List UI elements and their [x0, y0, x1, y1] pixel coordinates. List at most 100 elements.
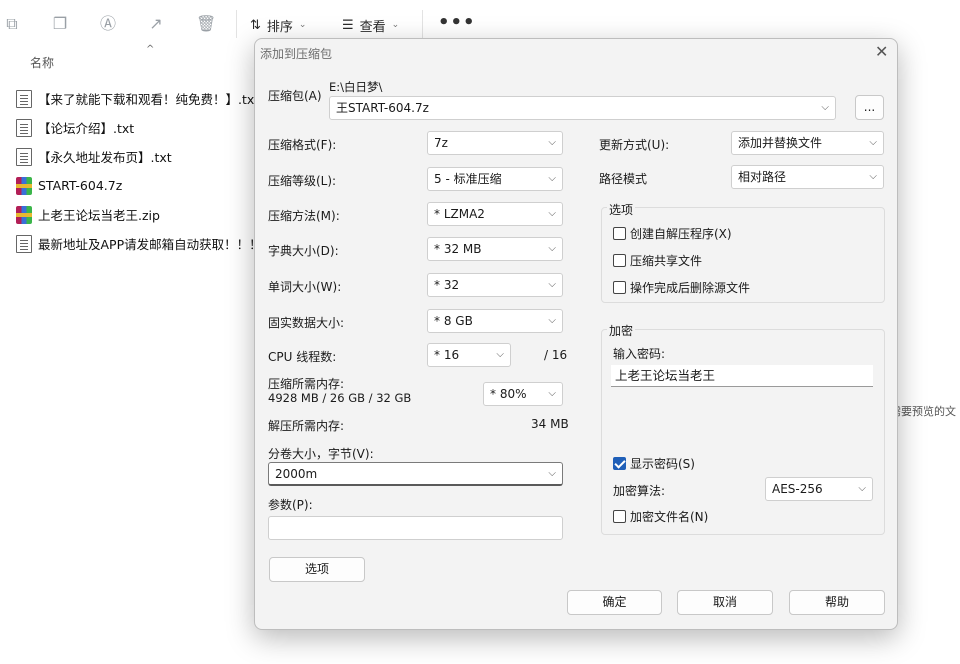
new-icon[interactable]: ⧉: [2, 13, 22, 35]
encrypt-names-checkbox[interactable]: 加密文件名(N): [613, 508, 708, 525]
chevron-down-icon: ⌵: [869, 171, 877, 182]
path-mode-value: 相对路径: [738, 170, 787, 184]
sort-label: 排序: [266, 19, 293, 35]
solid-label: 固实数据大小:: [268, 316, 345, 330]
mem-comp-select[interactable]: * 80% ⌵: [483, 382, 563, 406]
add-to-archive-dialog: 添加到压缩包 ✕ 压缩包(A) E:\白日梦\ 王START-604.7z ⌵ …: [254, 38, 898, 630]
cpu-value: * 16: [434, 348, 460, 362]
password-input[interactable]: 上老王论坛当老王: [611, 365, 873, 387]
split-combo[interactable]: 2000m ⌵: [268, 462, 563, 486]
archive-file-icon: [16, 205, 32, 224]
password-label: 输入密码:: [613, 347, 666, 361]
delete-after-label: 操作完成后删除源文件: [630, 281, 751, 295]
chevron-down-icon: ⌵: [548, 315, 556, 326]
file-list: 【来了就能下载和观看！纯免费！】.txt 【论坛介绍】.txt 【永久地址发布页…: [16, 84, 266, 258]
split-value: 2000m: [275, 467, 318, 481]
file-name: 上老王论坛当老王.zip: [38, 208, 160, 223]
encryption-method-select[interactable]: AES-256 ⌵: [765, 477, 873, 501]
solid-select[interactable]: * 8 GB ⌵: [427, 309, 563, 333]
more-options-button[interactable]: •••: [438, 12, 476, 33]
archive-name-value: 王START-604.7z: [336, 101, 429, 115]
update-select[interactable]: 添加并替换文件 ⌵: [731, 131, 884, 155]
chevron-down-icon: ⌵: [496, 349, 504, 360]
method-label: 压缩方法(M):: [268, 209, 340, 223]
dict-value: * 32 MB: [434, 242, 482, 256]
cpu-label: CPU 线程数:: [268, 350, 337, 364]
mem-decomp-label: 解压所需内存:: [268, 419, 345, 433]
chevron-down-icon: ⌵: [821, 102, 829, 113]
level-label: 压缩等级(L):: [268, 174, 337, 188]
shared-files-label: 压缩共享文件: [630, 254, 703, 268]
encryption-method-value: AES-256: [772, 482, 823, 496]
path-mode-label: 路径模式: [599, 172, 648, 186]
word-select[interactable]: * 32 ⌵: [427, 273, 563, 297]
cpu-total: / 16: [544, 348, 568, 362]
delete-after-checkbox[interactable]: 操作完成后删除源文件: [613, 279, 750, 296]
file-item[interactable]: 最新地址及APP请发邮箱自动获取！！！: [16, 229, 266, 258]
chevron-down-icon: ⌵: [858, 483, 866, 494]
method-value: * LZMA2: [434, 207, 485, 221]
checkbox-checked-box: [613, 457, 626, 470]
sort-icon: ⇅: [250, 17, 261, 33]
file-name: 【论坛介绍】.txt: [38, 121, 135, 136]
level-value: 5 - 标准压缩: [434, 172, 502, 186]
params-label: 参数(P):: [268, 498, 313, 512]
cpu-select[interactable]: * 16 ⌵: [427, 343, 511, 367]
copy-icon[interactable]: ❐: [50, 13, 70, 35]
share-icon[interactable]: ↗: [146, 13, 166, 35]
help-button[interactable]: 帮助: [789, 590, 885, 615]
chevron-down-icon: ⌵: [548, 208, 556, 219]
archive-path: E:\白日梦\: [329, 80, 383, 94]
ok-button[interactable]: 确定: [567, 590, 662, 615]
checkbox-box: [613, 510, 626, 523]
preview-hint-text: 需要预览的文: [890, 405, 956, 418]
word-label: 单词大小(W):: [268, 280, 342, 294]
close-icon[interactable]: ✕: [875, 42, 888, 61]
encrypt-names-label: 加密文件名(N): [630, 510, 709, 524]
file-name: 【来了就能下载和观看！纯免费！】.txt: [38, 92, 260, 107]
chevron-down-icon: ⌵: [548, 388, 556, 399]
format-select[interactable]: 7z ⌵: [427, 131, 563, 155]
delete-icon[interactable]: 🗑: [196, 13, 216, 35]
file-name: 最新地址及APP请发邮箱自动获取！！！: [38, 237, 262, 252]
show-password-label: 显示密码(S): [630, 457, 695, 471]
show-password-checkbox[interactable]: 显示密码(S): [613, 455, 695, 472]
update-value: 添加并替换文件: [738, 136, 823, 150]
file-item[interactable]: 【论坛介绍】.txt: [16, 113, 266, 142]
file-item[interactable]: 【来了就能下载和观看！纯免费！】.txt: [16, 84, 266, 113]
mem-comp-detail: 4928 MB / 26 GB / 32 GB: [268, 391, 412, 405]
chevron-down-icon: ⌵: [548, 468, 556, 479]
column-header-name[interactable]: 名称: [30, 54, 54, 71]
chevron-down-icon: ⌵: [548, 279, 556, 290]
text-file-icon: [16, 147, 32, 166]
sort-button[interactable]: ⇅ 排序 ⌄: [250, 14, 306, 36]
text-file-icon: [16, 89, 32, 108]
sfx-checkbox[interactable]: 创建自解压程序(X): [613, 225, 732, 242]
file-item[interactable]: 上老王论坛当老王.zip: [16, 200, 266, 229]
rename-icon[interactable]: Ⓐ: [98, 13, 118, 35]
shared-files-checkbox[interactable]: 压缩共享文件: [613, 252, 702, 269]
params-input[interactable]: [268, 516, 563, 540]
solid-value: * 8 GB: [434, 314, 473, 328]
toolbar-divider: [236, 10, 237, 38]
dict-select[interactable]: * 32 MB ⌵: [427, 237, 563, 261]
method-select[interactable]: * LZMA2 ⌵: [427, 202, 563, 226]
format-value: 7z: [434, 136, 448, 150]
file-item[interactable]: 【永久地址发布页】.txt: [16, 142, 266, 171]
chevron-down-icon: ⌵: [548, 243, 556, 254]
file-name: START-604.7z: [38, 178, 123, 193]
file-item[interactable]: START-604.7z: [16, 171, 266, 200]
sfx-label: 创建自解压程序(X): [630, 227, 732, 241]
checkbox-box: [613, 254, 626, 267]
options-button[interactable]: 选项: [269, 557, 365, 582]
view-button[interactable]: ☰ 查看 ⌄: [342, 14, 399, 36]
archive-name-combo[interactable]: 王START-604.7z ⌵: [329, 96, 836, 120]
mem-decomp-value: 34 MB: [531, 417, 569, 431]
chevron-down-icon: ⌵: [548, 137, 556, 148]
cancel-button[interactable]: 取消: [677, 590, 773, 615]
browse-button[interactable]: ...: [855, 95, 884, 120]
level-select[interactable]: 5 - 标准压缩 ⌵: [427, 167, 563, 191]
path-mode-select[interactable]: 相对路径 ⌵: [731, 165, 884, 189]
text-file-icon: [16, 234, 32, 253]
archive-label: 压缩包(A): [268, 89, 322, 103]
